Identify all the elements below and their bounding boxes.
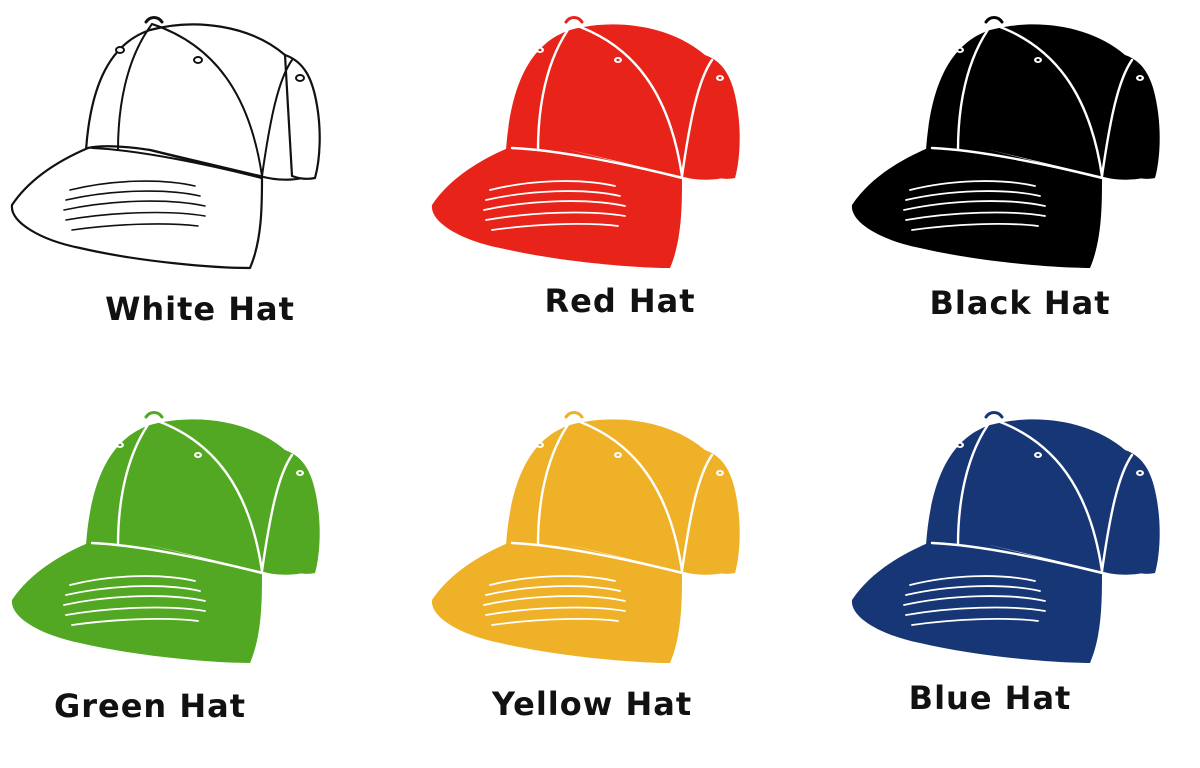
cap-eyelet-hole xyxy=(118,443,122,447)
hat-card-yellow: Yellow Hat xyxy=(420,395,820,768)
cap-eyelet-hole xyxy=(1138,76,1142,80)
cap-eyelet-hole xyxy=(958,443,962,447)
cap-eyelet-hole xyxy=(718,76,722,80)
cap-eyelet-hole xyxy=(298,471,302,475)
cap-icon xyxy=(851,411,1160,663)
cap-button xyxy=(144,16,164,24)
hat-card-red: Red Hat xyxy=(420,0,820,373)
cap-icon xyxy=(431,411,740,663)
cap-eyelet-hole xyxy=(1036,58,1040,62)
cap-icon xyxy=(11,411,320,663)
cap-back-panel xyxy=(283,53,321,180)
cap-eyelet-hole xyxy=(196,453,200,457)
hat-label: Red Hat xyxy=(544,282,696,320)
hat-grid: White Hat Red Hat Black Hat Green Hat Ye… xyxy=(0,0,1200,746)
cap-eyelet-hole xyxy=(616,58,620,62)
cap-eyelet-hole xyxy=(538,443,542,447)
cap-button xyxy=(144,411,164,419)
hat-label: Yellow Hat xyxy=(491,685,693,723)
hat-card-white: White Hat xyxy=(0,0,400,373)
cap-button xyxy=(984,411,1004,419)
cap-eyelet xyxy=(295,74,305,82)
hat-card-green: Green Hat xyxy=(0,395,400,768)
hat-label: Green Hat xyxy=(53,687,247,725)
cap-icon xyxy=(851,16,1160,268)
hat-card-blue: Blue Hat xyxy=(840,395,1200,768)
cap-button xyxy=(984,16,1004,24)
hat-label: Blue Hat xyxy=(908,679,1072,717)
cap-eyelet-hole xyxy=(1036,453,1040,457)
cap-eyelet-hole xyxy=(958,48,962,52)
cap-eyelet-hole xyxy=(616,453,620,457)
cap-icon xyxy=(10,16,321,270)
cap-eyelet xyxy=(115,46,125,54)
cap-icon xyxy=(431,16,740,268)
cap-button xyxy=(564,411,584,419)
hat-label: Black Hat xyxy=(929,284,1111,322)
cap-eyelet-hole xyxy=(718,471,722,475)
cap-eyelet xyxy=(193,56,203,64)
cap-eyelet-hole xyxy=(538,48,542,52)
hat-label: White Hat xyxy=(105,290,295,328)
cap-eyelet-hole xyxy=(1138,471,1142,475)
hat-card-black: Black Hat xyxy=(840,0,1200,373)
cap-button xyxy=(564,16,584,24)
